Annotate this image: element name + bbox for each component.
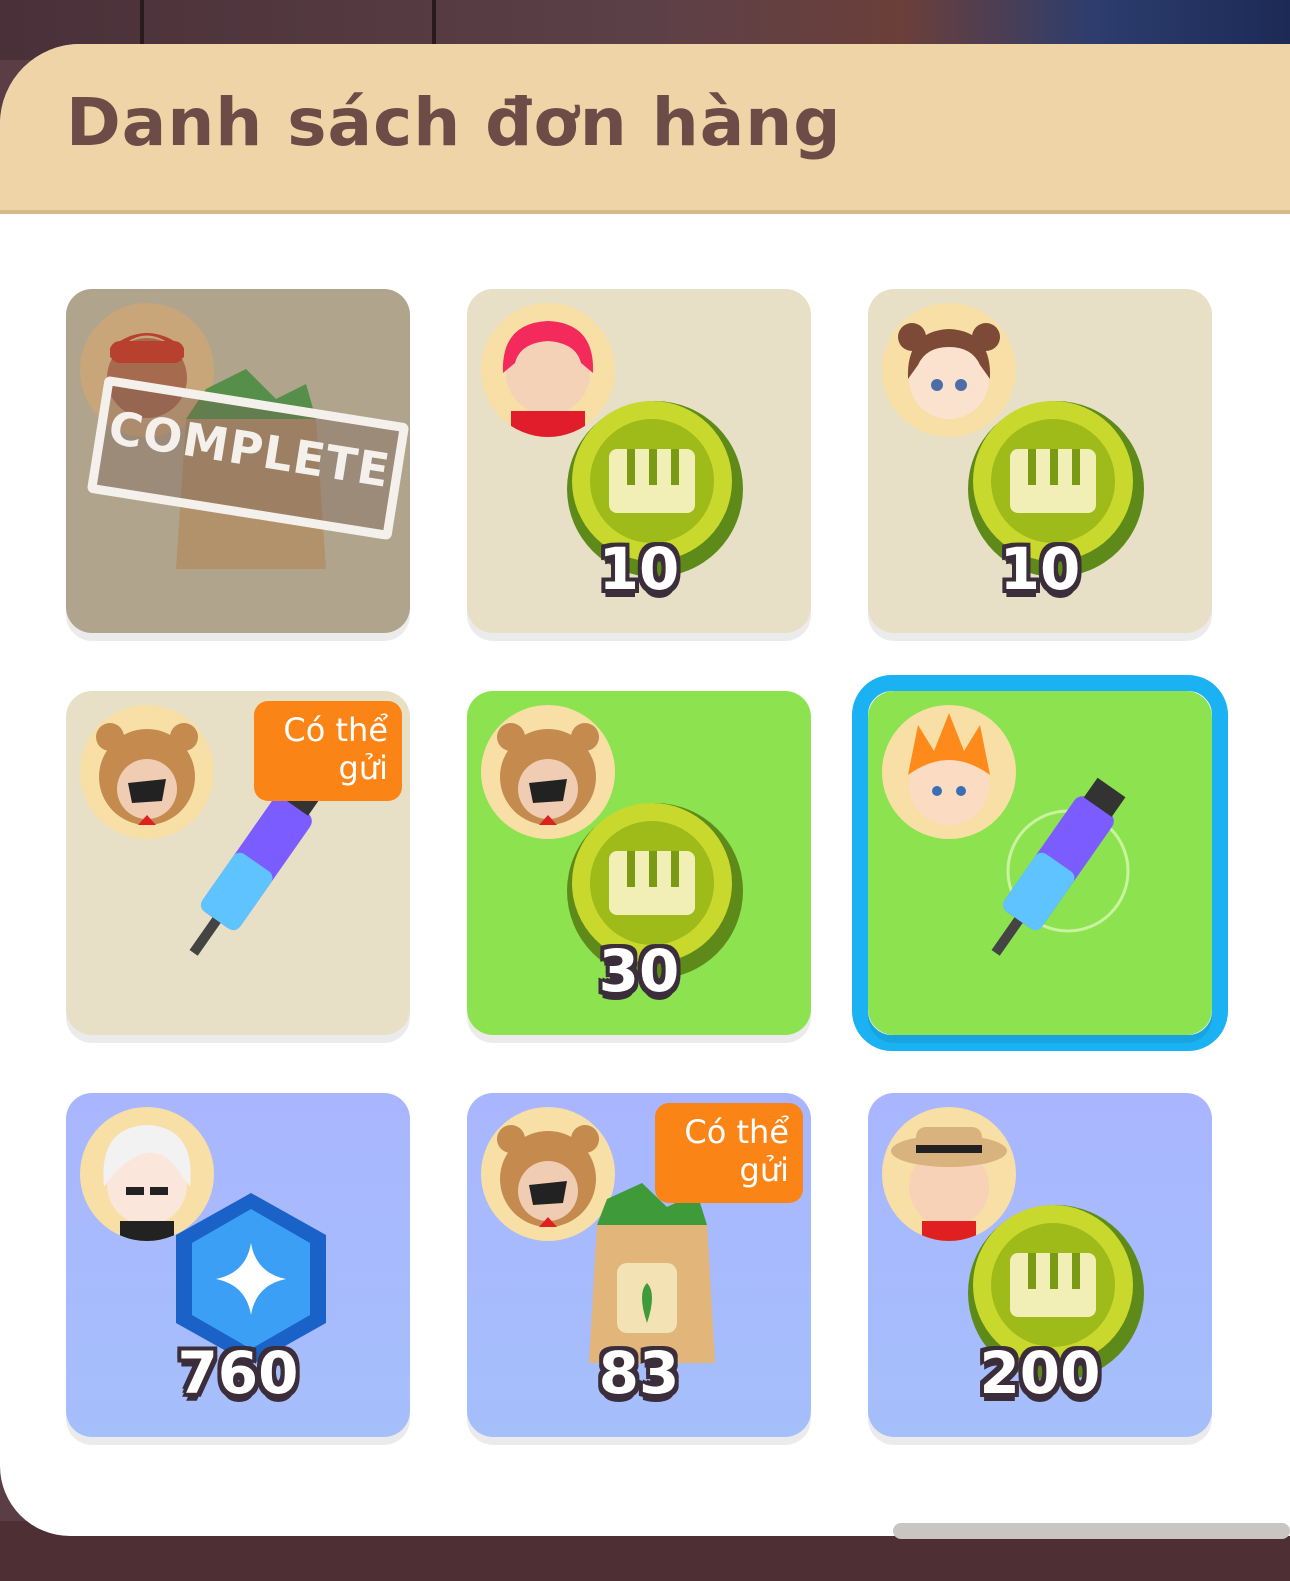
reward-amount: 10 (598, 535, 680, 603)
reward-amount: 760 (177, 1339, 299, 1407)
order-list-panel: Danh sách đơn hàng COMPLETE 10 10 Có thể… (0, 44, 1290, 1536)
order-card-3[interactable]: 10 (868, 289, 1212, 633)
order-card-4[interactable]: Có thể gửi (66, 691, 410, 1035)
order-card-8[interactable]: Có thể gửi 83 (467, 1093, 811, 1437)
order-card-5[interactable]: 30 (467, 691, 811, 1035)
order-card-9[interactable]: 200 (868, 1093, 1212, 1437)
panel-title: Danh sách đơn hàng (66, 84, 842, 161)
horizontal-scrollbar[interactable] (893, 1523, 1290, 1539)
reward-amount: 83 (598, 1339, 680, 1407)
order-card-2[interactable]: 10 (467, 289, 811, 633)
complete-stamp: COMPLETE (86, 375, 410, 541)
background-detail (140, 0, 144, 48)
potion-syringe-icon (991, 777, 1130, 956)
reward-amount: 10 (999, 535, 1081, 603)
can-send-badge: Có thể gửi (655, 1103, 803, 1203)
background-detail (432, 0, 436, 48)
reward-amount: 200 (979, 1339, 1101, 1407)
can-send-badge: Có thể gửi (254, 701, 402, 801)
order-card-6[interactable] (868, 691, 1212, 1035)
order-card-7[interactable]: 760 (66, 1093, 410, 1437)
order-card-1[interactable]: COMPLETE (66, 289, 410, 633)
reward-amount: 30 (598, 937, 680, 1005)
panel-header: Danh sách đơn hàng (0, 44, 1290, 214)
